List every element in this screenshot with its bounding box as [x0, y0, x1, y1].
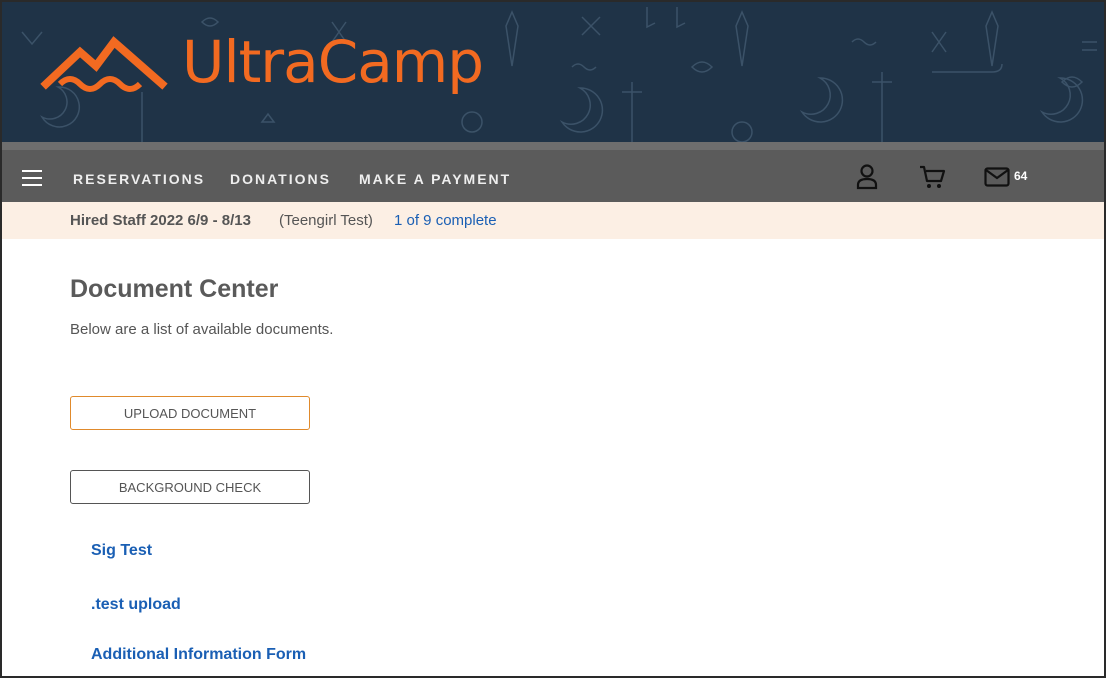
page-frame: UltraCamp RESERVATIONS DONATIONS MAKE A … [0, 0, 1106, 678]
document-link-sig-test[interactable]: Sig Test [91, 542, 152, 560]
upload-document-button[interactable]: UPLOAD DOCUMENT [70, 396, 310, 430]
message-count-badge: 64 [1014, 169, 1028, 183]
person-name: (Teengirl Test) [279, 212, 373, 229]
main-navbar: RESERVATIONS DONATIONS MAKE A PAYMENT 64 [2, 142, 1104, 202]
document-link-test-upload[interactable]: .test upload [91, 596, 181, 614]
header-banner: UltraCamp [2, 2, 1104, 142]
page-subtitle: Below are a list of available documents. [70, 321, 334, 338]
user-icon[interactable] [856, 164, 878, 190]
nav-donations[interactable]: DONATIONS [230, 171, 331, 187]
completion-progress-link[interactable]: 1 of 9 complete [394, 212, 497, 229]
envelope-icon[interactable] [984, 167, 1010, 187]
page-title: Document Center [70, 275, 279, 303]
brand-name: UltraCamp [182, 28, 484, 96]
ultracamp-logo[interactable]: UltraCamp [40, 28, 484, 96]
session-name: Hired Staff 2022 6/9 - 8/13 [70, 212, 251, 229]
hamburger-menu-icon[interactable] [22, 170, 42, 186]
nav-make-a-payment[interactable]: MAKE A PAYMENT [359, 171, 511, 187]
document-link-additional-information-form[interactable]: Additional Information Form [91, 646, 306, 664]
nav-reservations[interactable]: RESERVATIONS [73, 171, 205, 187]
background-check-button[interactable]: BACKGROUND CHECK [70, 470, 310, 504]
cart-icon[interactable] [919, 164, 947, 190]
session-info-bar: Hired Staff 2022 6/9 - 8/13 (Teengirl Te… [2, 202, 1104, 239]
mountain-logo-icon [40, 36, 168, 92]
